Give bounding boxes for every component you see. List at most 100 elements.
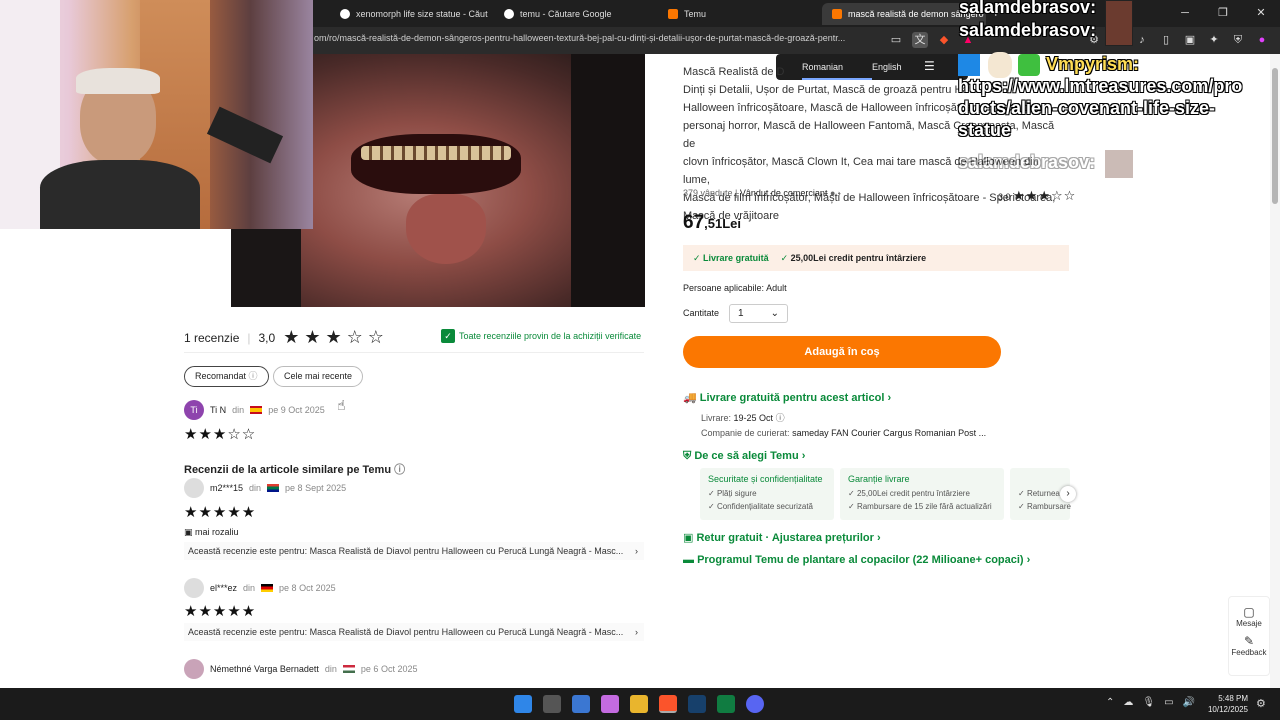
wallet-icon[interactable]: ▣	[1182, 32, 1198, 48]
system-tray: ⌃ ☁ 🎙 ▭ 🔊	[1106, 697, 1195, 708]
sort-recommended-button[interactable]: Recomandat ⓘ	[184, 366, 269, 387]
delivery-dates: Livrare: 19-25 Oct ⓘ	[701, 413, 785, 423]
chat-message: statue	[958, 120, 1012, 140]
return-icon: ▣	[683, 532, 694, 544]
sort-recent-button[interactable]: Cele mai recente	[273, 366, 364, 387]
info-icon: ⓘ	[394, 464, 406, 476]
chat-message: https://www.lmtreasures.com/pro	[958, 76, 1243, 96]
info-icon: ⓘ	[775, 413, 785, 423]
page-scrollbar[interactable]	[1270, 54, 1280, 688]
info-icon: ⓘ	[248, 371, 258, 381]
product-rating[interactable]: 3,0 ★★★☆☆	[998, 188, 1076, 204]
network-icon[interactable]: ▭	[1164, 697, 1173, 708]
seller-avatar-icon: ●	[829, 188, 836, 198]
tree-program-link[interactable]: ▬ Programul Temu de plantare al copacilo…	[683, 554, 1030, 566]
late-credit-badge: ✓ 25,00Lei credit pentru întârziere	[780, 252, 927, 263]
microphone	[206, 106, 284, 164]
tab-temu[interactable]: Temu	[658, 3, 816, 25]
tab-temu-search[interactable]: temu - Căutare Google	[494, 3, 652, 25]
image-icon: ▣	[184, 527, 193, 537]
side-widget: ▢ Mesaje ✎ Feedback	[1228, 596, 1270, 676]
review-item-link[interactable]: Această recenzie este pentru: Masca Real…	[184, 623, 644, 641]
review-author: m2***15 din pe 8 Sept 2025	[184, 478, 346, 498]
copilot-icon[interactable]	[601, 695, 619, 713]
temu-icon	[832, 9, 842, 19]
vpn-icon[interactable]: ⛨	[1230, 32, 1246, 48]
flag-germany-icon	[261, 584, 274, 592]
chat-message: ducts/alien-covenant-life-size-	[958, 98, 1216, 118]
messages-icon[interactable]: ▢	[1229, 605, 1269, 619]
verified-icon: ✓	[441, 329, 455, 343]
cast-icon[interactable]: ▭	[888, 32, 904, 48]
delivery-guarantee-card: Garanție livrare ✓ 25,00Lei credit pentr…	[840, 468, 1004, 520]
url-field[interactable]: om/ro/mască-realistă-de-demon-sângeros-p…	[314, 33, 884, 43]
feedback-label[interactable]: Feedback	[1229, 648, 1269, 657]
quantity-label: Cantitate	[683, 308, 720, 318]
cloud-icon[interactable]: ☁	[1123, 697, 1133, 708]
google-icon	[340, 9, 350, 19]
chat-emote-icon	[1105, 150, 1133, 178]
tab-xenomorph-search[interactable]: xenomorph life size statue - Căutare	[330, 3, 488, 25]
messages-label[interactable]: Mesaje	[1229, 619, 1269, 628]
hair-right	[571, 54, 645, 307]
chevron-right-icon[interactable]: ›	[1060, 486, 1076, 502]
person-shirt	[40, 160, 200, 229]
review-stars: ★★★★★	[184, 603, 257, 620]
flag-south-africa-icon	[267, 484, 280, 492]
task-view-icon[interactable]	[543, 695, 561, 713]
why-temu-header: ⛨ De ce să alegi Temu ›	[683, 450, 806, 462]
free-delivery-article-link[interactable]: 🚚 Livrare gratuită pentru acest articol …	[683, 391, 891, 404]
widgets-icon[interactable]	[572, 695, 590, 713]
discord-icon[interactable]	[746, 695, 764, 713]
flag-spain-icon	[250, 406, 263, 414]
music-icon[interactable]: ♪	[1134, 32, 1150, 48]
chevron-up-icon[interactable]: ⌃	[1106, 697, 1114, 708]
rating-stars: ★★★☆☆	[1013, 188, 1077, 203]
minimize-icon[interactable]: ─	[1166, 0, 1204, 27]
mouse-cursor-icon: ☝	[337, 397, 346, 413]
add-to-cart-button[interactable]: Adaugă în coș	[683, 336, 1001, 368]
courier-companies: Companie de curierat: sameday FAN Courie…	[701, 428, 987, 438]
hammer-emote-icon	[958, 54, 980, 76]
truck-icon: 🚚	[683, 392, 697, 404]
mic-icon[interactable]: 🎙	[1142, 697, 1155, 708]
notifications-icon[interactable]: ⚙	[1256, 697, 1266, 710]
tongue	[406, 194, 486, 264]
security-card: Securitate și confidențialitate ✓ Plăți …	[700, 468, 834, 520]
steam-icon[interactable]	[688, 695, 706, 713]
translate-icon[interactable]: 文	[912, 32, 928, 48]
brave-shield-icon[interactable]: ◆	[936, 32, 952, 48]
temu-icon	[668, 9, 678, 19]
similar-reviews-title: Recenzii de la articole similare pe Temu…	[184, 464, 406, 476]
quantity-select[interactable]: 1 ⌄	[729, 304, 788, 323]
teeth	[361, 146, 511, 160]
headphones	[76, 68, 160, 94]
scrollbar-thumb[interactable]	[1272, 68, 1278, 204]
divider: |	[247, 330, 251, 345]
price: 67,51Lei	[683, 212, 741, 233]
maximize-icon[interactable]: ❐	[1204, 0, 1242, 27]
volume-icon[interactable]: 🔊	[1183, 697, 1195, 708]
profile-icon[interactable]: ●	[1254, 32, 1270, 48]
feedback-icon[interactable]: ✎	[1229, 634, 1269, 648]
seller-link[interactable]: Vândut de comerciant	[740, 188, 828, 198]
review-item-link[interactable]: Această recenzie este pentru: Masca Real…	[184, 542, 644, 560]
file-explorer-icon[interactable]	[630, 695, 648, 713]
mouth	[351, 134, 521, 194]
review-author: Némethné Varga Bernadett din pe 6 Oct 20…	[184, 659, 417, 679]
avatar: Ti	[184, 400, 204, 420]
close-window-icon[interactable]: ✕	[1242, 0, 1280, 27]
excel-icon[interactable]	[717, 695, 735, 713]
google-icon	[504, 9, 514, 19]
avatar	[184, 478, 204, 498]
brave-icon[interactable]	[659, 695, 677, 713]
chat-user: Vmpyrism:	[1046, 54, 1140, 74]
chat-line: salamdebrasov:	[958, 152, 1096, 172]
clock[interactable]: 5:48 PM 10/12/2025	[1208, 693, 1248, 715]
sidebar-icon[interactable]: ▯	[1158, 32, 1174, 48]
ai-icon[interactable]: ✦	[1206, 32, 1222, 48]
free-return-link[interactable]: ▣ Retur gratuit · Ajustarea prețurilor ›	[683, 531, 881, 544]
start-icon[interactable]	[514, 695, 532, 713]
review-stars: ★★★☆☆	[283, 327, 389, 347]
chevron-down-icon: ⌄	[770, 308, 779, 319]
